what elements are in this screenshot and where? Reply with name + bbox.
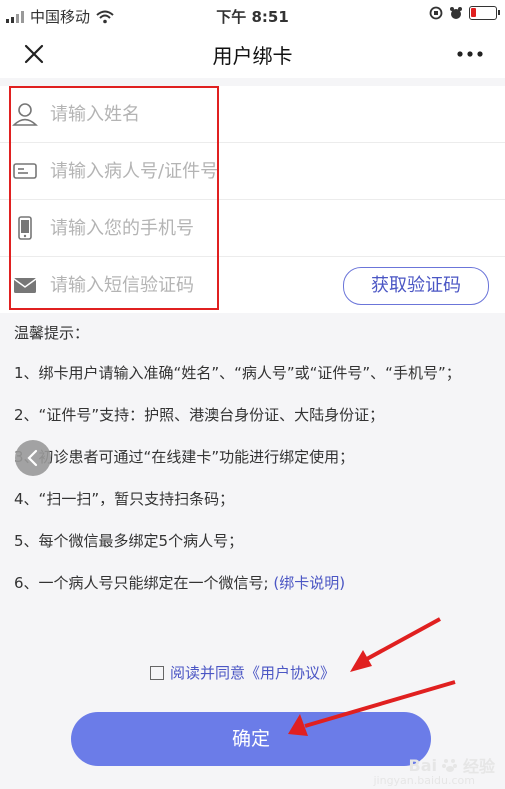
tips-section: 温馨提示： 1、绑卡用户请输入准确“姓名”、“病人号”或“证件号”、“手机号”；… [14, 321, 489, 613]
id-row [0, 143, 505, 200]
arrow-to-agreement [350, 617, 441, 672]
bind-card-form: 获取验证码 [0, 86, 505, 313]
battery-icon [469, 6, 500, 20]
confirm-button[interactable]: 确定 [71, 712, 431, 766]
phone-input[interactable] [50, 214, 230, 242]
id-card-icon [13, 163, 37, 179]
envelope-icon [13, 278, 37, 293]
tip-item: 2、“证件号”支持：护照、港澳台身份证、大陆身份证； [14, 406, 385, 424]
tip-item-last: 6、一个病人号只能绑定在一个微信号; (绑卡说明) [14, 571, 489, 595]
tip-item: 3、初诊患者可通过“在线建卡”功能进行绑定使用； [14, 448, 355, 466]
get-code-button[interactable]: 获取验证码 [343, 267, 489, 305]
tip-item: 1、绑卡用户请输入准确“姓名”、“病人号”或“证件号”、“手机号”； [14, 364, 461, 382]
watermark-brand: Bai [408, 755, 437, 775]
name-row [0, 86, 505, 143]
page-title: 用户绑卡 [212, 44, 293, 68]
watermark-url: jingyan.baidu.com [373, 774, 475, 787]
baidu-watermark: Bai 经验 jingyan.baidu.com [373, 753, 495, 788]
tip-item: 4、“扫一扫”，暂只支持扫条码； [14, 490, 235, 508]
phone-row [0, 200, 505, 257]
patient-id-input[interactable] [50, 157, 230, 185]
user-icon [12, 103, 38, 126]
status-bar: 中国移动 下午 8:51 [0, 0, 505, 30]
agreement-row: 阅读并同意《用户协议》 [150, 662, 335, 683]
more-icon[interactable] [453, 40, 487, 68]
tips-title: 温馨提示： [14, 324, 90, 342]
agreement-link[interactable]: 阅读并同意《用户协议》 [170, 662, 335, 683]
rotation-lock-icon [429, 6, 443, 20]
card-binding-help-link[interactable]: (绑卡说明) [273, 574, 345, 592]
alarm-icon [450, 7, 462, 19]
agree-checkbox[interactable] [150, 665, 164, 680]
status-right [429, 6, 500, 20]
name-input[interactable] [50, 100, 230, 128]
floating-back-button[interactable] [15, 440, 51, 476]
chevron-left-icon [27, 449, 38, 467]
paw-icon [441, 759, 457, 772]
code-row: 获取验证码 [0, 257, 505, 313]
phone-icon [18, 216, 32, 240]
nav-bar: 用户绑卡 [0, 30, 505, 78]
tip-item-text: 6、一个病人号只能绑定在一个微信号; [14, 574, 269, 592]
tip-item: 5、每个微信最多绑定5个病人号； [14, 532, 244, 550]
sms-code-input[interactable] [50, 271, 220, 299]
